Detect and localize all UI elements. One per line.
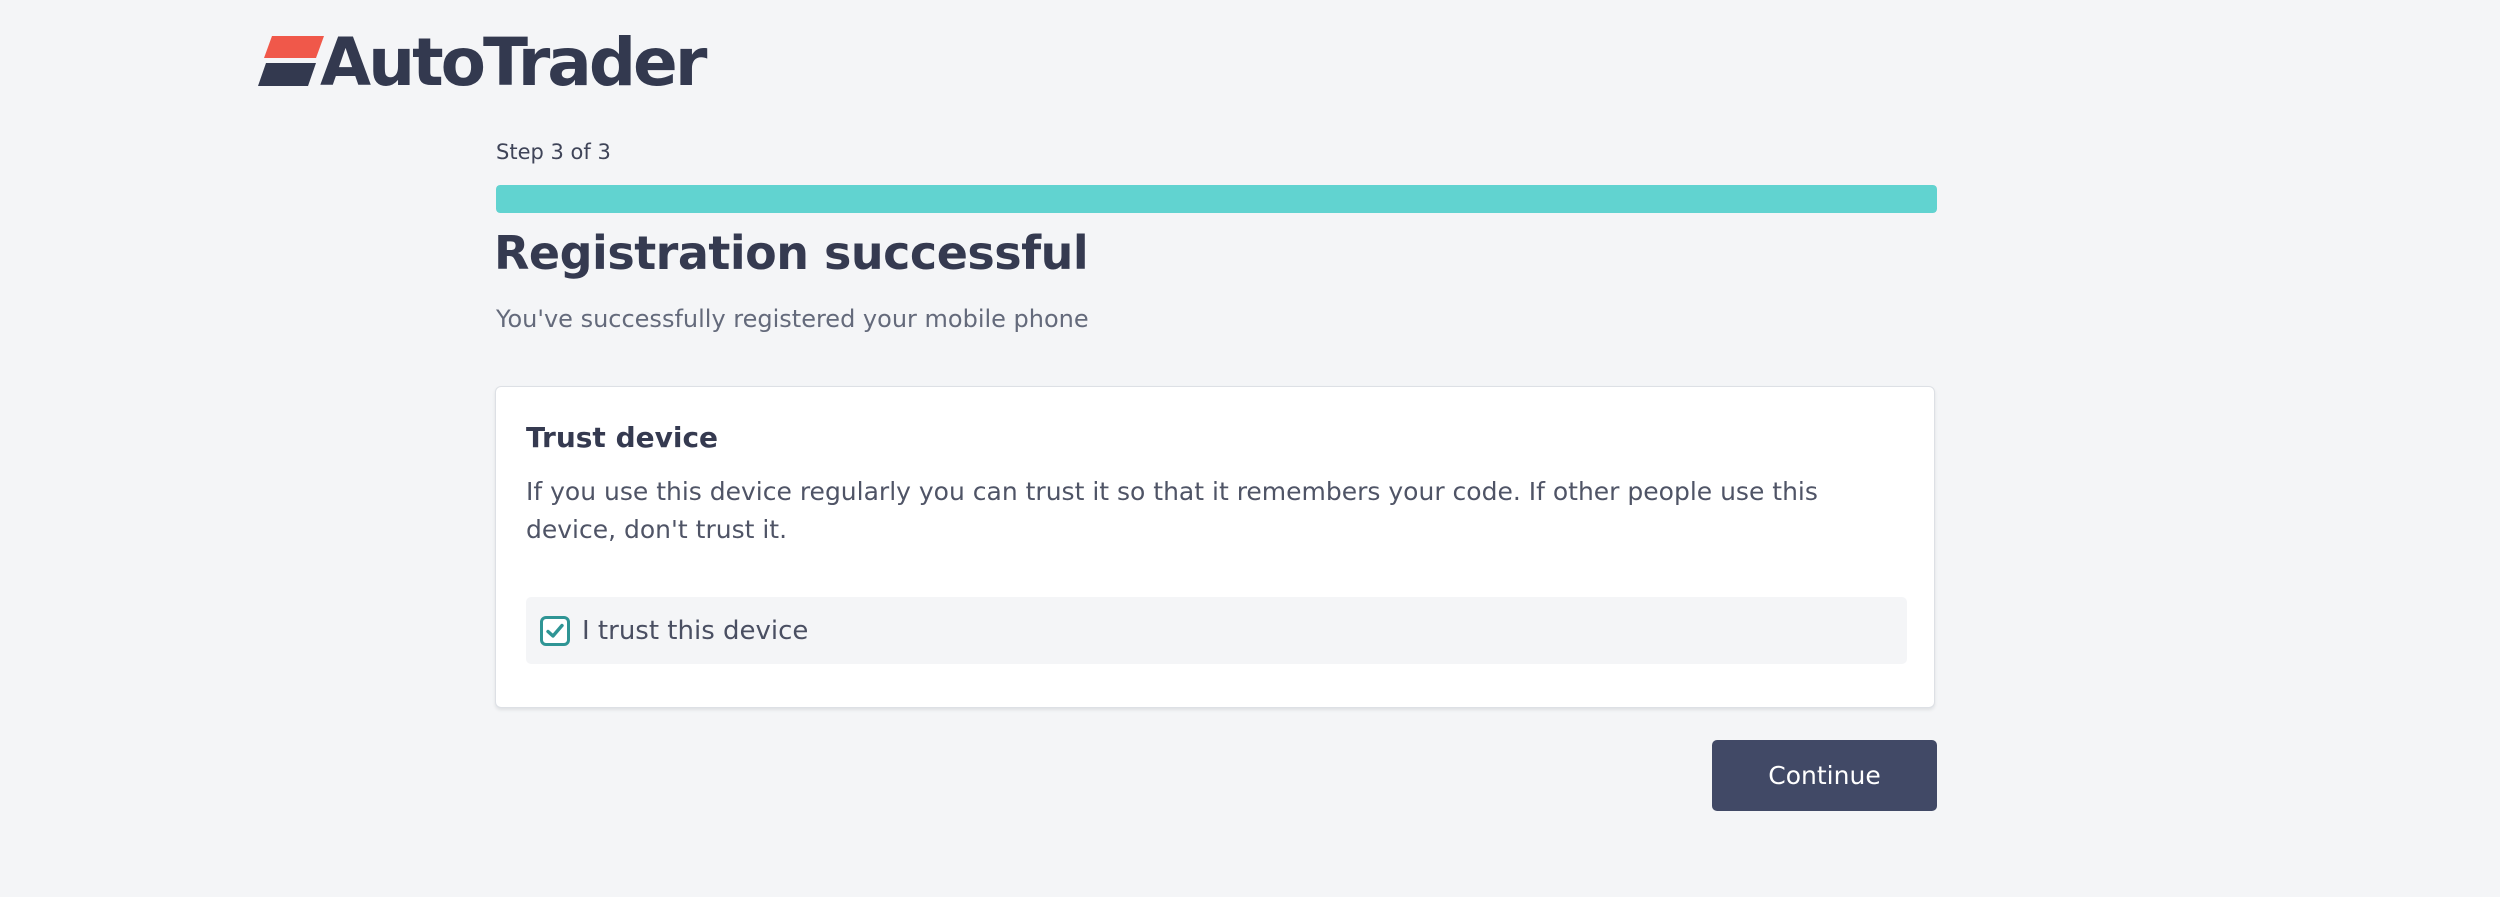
- registration-page: AutoTrader Step 3 of 3 Registration succ…: [0, 0, 2500, 897]
- continue-button[interactable]: Continue: [1712, 740, 1937, 811]
- trust-device-card: Trust device If you use this device regu…: [495, 386, 1935, 708]
- step-indicator: Step 3 of 3: [496, 140, 611, 164]
- checkmark-icon: [546, 623, 564, 638]
- trust-device-title: Trust device: [526, 421, 719, 454]
- page-subtitle: You've successfully registered your mobi…: [496, 305, 1089, 333]
- trust-device-option[interactable]: I trust this device: [526, 597, 1907, 664]
- progress-bar: [496, 185, 1937, 213]
- autotrader-stripes-logo-icon: [258, 36, 324, 86]
- page-title: Registration successful: [494, 226, 1089, 280]
- trust-device-label: I trust this device: [582, 615, 809, 646]
- trust-device-checkbox[interactable]: [540, 615, 570, 646]
- autotrader-logo[interactable]: AutoTrader: [258, 24, 707, 101]
- progress-bar-fill: [496, 185, 1937, 213]
- trust-device-description: If you use this device regularly you can…: [526, 477, 1818, 544]
- brand-name: AutoTrader: [320, 24, 707, 101]
